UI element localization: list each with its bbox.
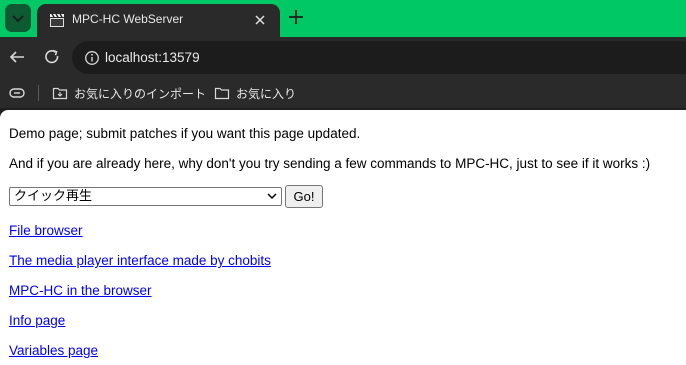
bookmarks-bar: お気に入りのインポート お気に入り xyxy=(0,78,686,108)
folder-icon xyxy=(214,87,230,100)
reading-list-icon[interactable] xyxy=(8,85,26,101)
link-chobits-interface[interactable]: The media player interface made by chobi… xyxy=(9,253,271,268)
command-select-value: クイック再生 xyxy=(14,189,93,204)
address-bar[interactable]: localhost:13579 xyxy=(72,41,686,74)
folder-import-icon xyxy=(52,87,68,100)
tab-search-button[interactable] xyxy=(5,4,31,32)
link-variables-page[interactable]: Variables page xyxy=(9,343,98,358)
tab-strip: MPC-HC WebServer xyxy=(0,0,686,37)
chevron-down-icon xyxy=(12,15,24,23)
bookmark-label: お気に入り xyxy=(236,86,297,101)
new-tab-icon[interactable] xyxy=(287,8,305,26)
back-arrow-icon[interactable] xyxy=(8,48,26,66)
tab-title: MPC-HC WebServer xyxy=(72,12,184,26)
command-select[interactable]: クイック再生 xyxy=(9,187,282,206)
browser-toolbar: localhost:13579 xyxy=(0,37,686,78)
close-icon[interactable] xyxy=(253,13,267,27)
clapperboard-icon xyxy=(50,13,64,27)
prompt-text: And if you are already here, why don't y… xyxy=(9,156,651,171)
chevron-down-icon xyxy=(267,193,277,200)
bookmark-import-favorites[interactable]: お気に入りのインポート xyxy=(52,83,206,103)
page-content: Demo page; submit patches if you want th… xyxy=(0,110,686,365)
url-text[interactable]: localhost:13579 xyxy=(105,50,200,65)
bookmark-favorites-folder[interactable]: お気に入り xyxy=(214,83,296,103)
link-info-page[interactable]: Info page xyxy=(9,313,65,328)
link-file-browser[interactable]: File browser xyxy=(9,223,83,238)
intro-text: Demo page; submit patches if you want th… xyxy=(9,126,361,141)
link-mpc-hc-browser[interactable]: MPC-HC in the browser xyxy=(9,283,152,298)
go-button[interactable]: Go! xyxy=(285,185,323,208)
active-tab[interactable]: MPC-HC WebServer xyxy=(37,4,280,37)
bookmarks-divider xyxy=(38,85,39,101)
info-icon[interactable] xyxy=(84,50,100,66)
reload-icon[interactable] xyxy=(43,48,61,66)
bookmark-label: お気に入りのインポート xyxy=(74,86,207,101)
